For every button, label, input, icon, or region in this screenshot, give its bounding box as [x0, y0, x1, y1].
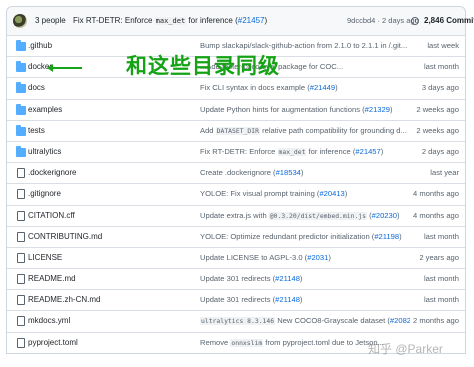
file-icon [17, 231, 25, 242]
commit-message[interactable]: Bump slackapi/slack-github-action from 2… [200, 41, 410, 50]
file-row[interactable]: docs Fix CLI syntax in docs example (#214… [7, 77, 465, 98]
commit-message[interactable]: YOLOE: Fix visual prompt training (#2041… [200, 189, 410, 198]
avatar[interactable] [13, 14, 27, 28]
file-row[interactable]: LICENSE Update LICENSE to AGPL-3.0 (#2031… [7, 246, 465, 268]
file-name-link[interactable]: README.zh-CN.md [28, 295, 100, 304]
commit-message[interactable]: Update extra.js with @0.3.20/dist/embed.… [200, 211, 410, 220]
file-name-link[interactable]: pyproject.toml [28, 338, 78, 347]
commit-pr-link[interactable]: #21457 [238, 16, 265, 25]
commit-message[interactable]: Create .dockerignore (#18534) [200, 168, 410, 177]
commit-message[interactable]: Update LICENSE to AGPL-3.0 (#2031) [200, 253, 410, 262]
annotation-arrow-icon [47, 64, 82, 72]
commit-age: last year [430, 168, 459, 178]
file-row[interactable]: tests Add DATASET_DIR relative path compa… [7, 119, 465, 141]
pr-link[interactable]: #18534 [276, 168, 301, 177]
file-row[interactable]: .dockerignore Create .dockerignore (#1853… [7, 162, 465, 183]
commit-age: last month [423, 295, 459, 305]
file-name-link[interactable]: LICENSE [28, 253, 62, 262]
file-name-link[interactable]: mkdocs.yml [28, 316, 70, 325]
folder-icon [16, 61, 26, 73]
commit-message[interactable]: Update 301 redirects (#21148) [200, 295, 410, 304]
file-icon [17, 316, 25, 327]
folder-icon [16, 124, 26, 136]
file-row[interactable]: .gitignore YOLOE: Fix visual prompt train… [7, 183, 465, 204]
commit-age: last month [423, 62, 459, 72]
file-row[interactable]: mkdocs.yml ultralytics 8.3.146 New COCO8-… [7, 310, 465, 331]
commits-count-link[interactable]: 2,846 Commits [424, 16, 474, 25]
contributors-count[interactable]: 3 people [35, 16, 66, 25]
commit-message[interactable]: Add DATASET_DIR relative path compatibil… [200, 126, 410, 135]
folder-icon [16, 40, 26, 51]
folder-icon [16, 103, 26, 115]
commit-age: 2 weeks ago [416, 104, 459, 114]
commit-age: 2 days ago [421, 146, 459, 156]
commit-age: last month [423, 231, 459, 241]
commit-age: 4 months ago [412, 210, 459, 220]
folder-icon [16, 82, 26, 94]
file-name-link[interactable]: docs [28, 83, 45, 92]
watermark: 知乎 @Parker [368, 342, 443, 356]
commit-message[interactable]: YOLOE: Optimize redundant predictor init… [200, 232, 410, 241]
commit-age: 3 days ago [421, 83, 459, 93]
file-name-link[interactable]: .gitignore [28, 189, 61, 198]
file-name-link[interactable]: ultralytics [28, 147, 61, 156]
file-name-link[interactable]: tests [28, 126, 45, 135]
latest-commit-bar: 3 people Fix RT-DETR: Enforce max_det fo… [6, 6, 474, 36]
latest-commit-message[interactable]: Fix RT-DETR: Enforce max_det for inferen… [73, 16, 267, 25]
commit-age: 2 years ago [419, 252, 459, 262]
commit-age: 2 weeks ago [416, 125, 459, 135]
pr-link[interactable]: #21148 [275, 274, 300, 283]
pr-link[interactable]: #21457 [355, 147, 380, 156]
pr-link[interactable]: #21449 [310, 83, 335, 92]
commit-age: last month [423, 274, 459, 284]
file-name-link[interactable]: CONTRIBUTING.md [28, 232, 102, 241]
file-name-link[interactable]: .github [28, 41, 52, 50]
file-name-link[interactable]: examples [28, 105, 62, 114]
file-icon [17, 252, 25, 263]
file-name-link[interactable]: CITATION.cff [28, 211, 75, 220]
commit-age: 4 months ago [412, 189, 459, 199]
file-icon [17, 295, 25, 306]
file-row[interactable]: ultralytics Fix RT-DETR: Enforce max_det … [7, 140, 465, 162]
pr-link[interactable]: #21148 [275, 295, 300, 304]
file-icon [17, 210, 25, 221]
pr-link[interactable]: #20413 [319, 189, 344, 198]
commit-hash-age[interactable]: 9dccbd4 · 2 days ago [347, 16, 419, 25]
file-row[interactable]: CONTRIBUTING.md YOLOE: Optimize redundant… [7, 225, 465, 247]
pr-link[interactable]: #20827 [390, 316, 410, 325]
history-clock-icon [411, 17, 419, 25]
file-icon [17, 189, 25, 200]
file-list: .github Bump slackapi/slack-github-action… [6, 35, 466, 354]
folder-icon [16, 145, 26, 157]
commit-age: last week [427, 41, 459, 50]
commit-message[interactable]: Fix RT-DETR: Enforce max_det for inferen… [200, 147, 410, 156]
commit-message[interactable]: Update 301 redirects (#21148) [200, 274, 410, 283]
file-icon [17, 168, 25, 179]
pr-link[interactable]: #20230 [372, 211, 397, 220]
commit-age: 2 months ago [412, 316, 459, 326]
file-row[interactable]: CITATION.cff Update extra.js with @0.3.20… [7, 204, 465, 226]
pr-link[interactable]: #2031 [307, 253, 328, 262]
file-row[interactable]: examples Update Python hints for augmenta… [7, 98, 465, 120]
pr-link[interactable]: #21329 [365, 105, 390, 114]
file-icon [17, 337, 25, 348]
pr-link[interactable]: #21198 [374, 232, 399, 241]
file-name-link[interactable]: .dockerignore [28, 168, 76, 177]
annotation-label: 和这些目录同级 [126, 54, 280, 78]
file-name-link[interactable]: README.md [28, 274, 76, 283]
commit-message[interactable]: Fix CLI syntax in docs example (#21449) [200, 83, 410, 92]
file-icon [17, 274, 25, 285]
commit-message[interactable]: Update Python hints for augmentation fun… [200, 105, 410, 114]
commit-message[interactable]: ultralytics 8.3.146 New COCO8-Grayscale … [200, 316, 410, 326]
file-row[interactable]: README.md Update 301 redirects (#21148) la… [7, 268, 465, 289]
file-row[interactable]: README.zh-CN.md Update 301 redirects (#21… [7, 289, 465, 310]
